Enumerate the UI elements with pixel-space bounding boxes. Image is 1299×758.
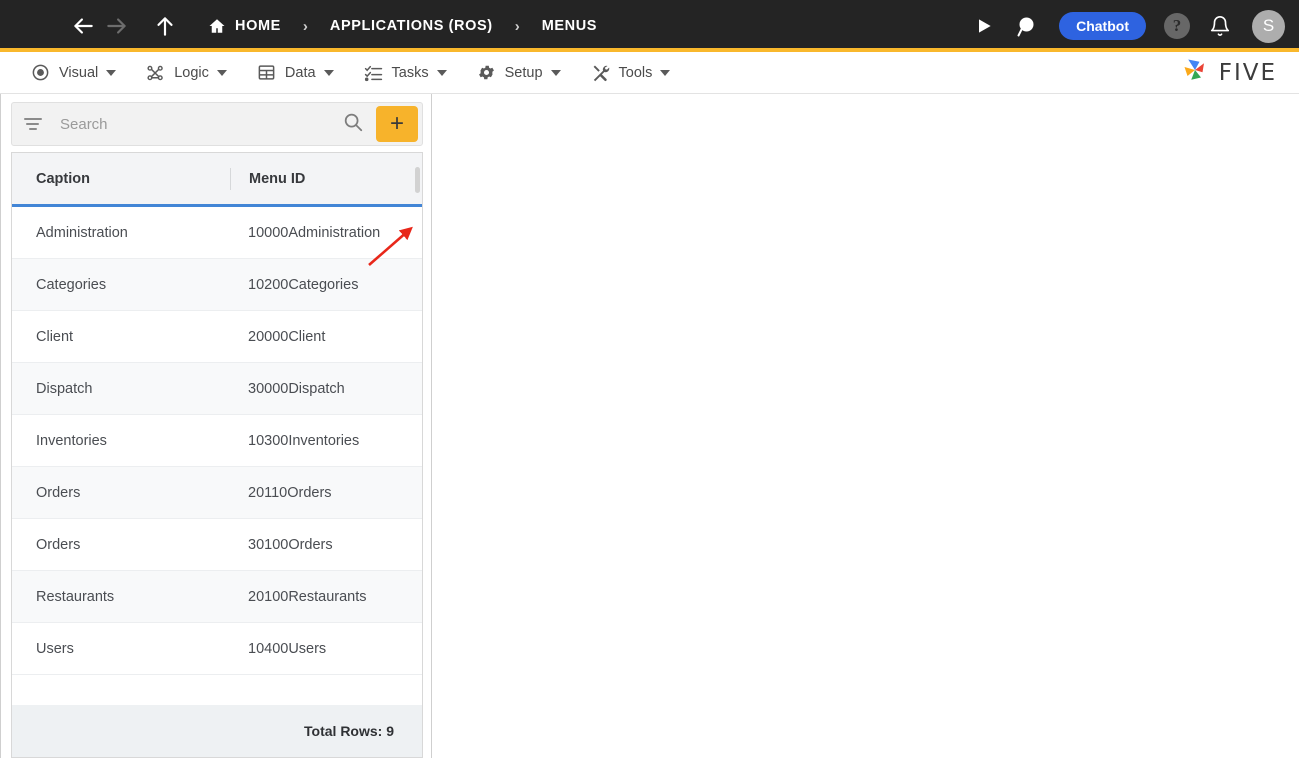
filter-icon[interactable] [24,118,46,130]
arrow-left-icon[interactable] [66,9,100,43]
chevron-down-icon [550,69,561,76]
cell-caption: Administration [36,224,128,241]
records-panel: + Caption Menu ID Administration 10000Ad… [0,94,432,758]
detail-pane-empty [432,94,1299,758]
gear-icon [477,63,496,82]
cell-menu-id: 10300Inventories [248,432,360,449]
home-icon [208,17,226,35]
menu-label-logic: Logic [174,64,209,81]
bell-icon[interactable] [1208,13,1232,39]
cell-menu-id: 30000Dispatch [248,380,345,397]
avatar[interactable]: S [1252,9,1285,43]
cell-caption: Orders [36,536,81,553]
menu-label-data: Data [284,64,316,81]
cell-caption: Client [36,328,74,345]
magnifier-icon[interactable] [342,111,368,138]
column-header-menu-id[interactable]: Menu ID [230,167,422,190]
cell-caption: Dispatch [36,380,93,397]
help-icon[interactable]: ? [1164,13,1190,39]
search-bar: + [11,102,423,146]
column-header-caption[interactable]: Caption [12,171,230,187]
play-icon[interactable] [971,13,997,39]
table-row[interactable]: Orders 20110Orders [12,467,422,519]
menu-item-tasks[interactable]: Tasks [349,52,462,93]
table-row[interactable]: Orders 30100Orders [12,519,422,571]
cell-menu-id: 30100Orders [248,536,333,553]
chevron-down-icon [106,69,117,76]
breadcrumb-item-home[interactable]: HOME [196,17,293,35]
breadcrumb-label-home: HOME [235,18,281,34]
chatbot-button[interactable]: Chatbot [1059,12,1146,40]
menu-item-data[interactable]: Data [242,52,349,93]
table-row[interactable]: Users 10400Users [12,623,422,675]
eye-icon [31,63,50,82]
chevron-down-icon [216,69,227,76]
checklist-icon [364,63,383,82]
cell-menu-id: 20110Orders [248,484,332,501]
cell-caption: Inventories [36,432,107,449]
breadcrumb: HOME › APPLICATIONS (ROS) › MENUS [196,17,609,35]
menu-item-logic[interactable]: Logic [131,52,242,93]
five-pinwheel-logo [1180,55,1210,90]
cell-caption: Users [36,640,74,657]
menu-label-setup: Setup [504,64,543,81]
menu-label-tools: Tools [618,64,653,81]
add-record-button[interactable]: + [376,106,418,142]
table-row[interactable]: Administration 10000Administration [12,207,422,259]
nodes-icon [146,63,165,82]
breadcrumb-label-applications: APPLICATIONS (ROS) [329,18,493,34]
cell-menu-id: 20100Restaurants [248,588,367,605]
top-bar-actions: Chatbot ? S [971,9,1285,43]
breadcrumb-separator: › [302,17,308,35]
menu-label-visual: Visual [59,64,99,81]
grid-header-row: Caption Menu ID [12,153,422,207]
records-grid: Caption Menu ID Administration 10000Admi… [11,152,423,758]
table-row[interactable]: Client 20000Client [12,311,422,363]
menu-item-setup[interactable]: Setup [462,52,576,93]
tools-icon [591,63,610,82]
grid-body: Administration 10000Administration Categ… [12,207,422,705]
total-rows-label: Total Rows: 9 [304,723,394,739]
five-brand: FIVE [1180,55,1277,90]
content-area: + Caption Menu ID Administration 10000Ad… [0,94,1299,758]
cell-menu-id: 10400Users [248,640,327,657]
table-icon [257,63,276,82]
brand-text: FIVE [1218,59,1277,86]
grid-scrollbar-thumb[interactable] [415,167,420,193]
cell-menu-id: 20000Client [248,328,326,345]
breadcrumb-separator: › [514,17,520,35]
table-row[interactable]: Restaurants 20100Restaurants [12,571,422,623]
menu-label-tasks: Tasks [391,64,429,81]
menu-item-visual[interactable]: Visual [16,52,131,93]
breadcrumb-item-applications[interactable]: APPLICATIONS (ROS) [318,18,505,34]
cell-caption: Orders [36,484,81,501]
arrow-up-icon[interactable] [148,9,182,43]
cell-menu-id: 10200Categories [248,276,359,293]
chevron-down-icon [436,69,447,76]
chevron-down-icon [323,69,334,76]
main-menu-bar: Visual Logic Data Tasks Setup Tools FIVE [0,52,1299,94]
cell-caption: Restaurants [36,588,115,605]
menu-item-tools[interactable]: Tools [576,52,686,93]
hamburger-icon[interactable] [18,21,40,31]
breadcrumb-item-menus[interactable]: MENUS [530,18,609,34]
cell-menu-id: 10000Administration [248,224,381,241]
chat-search-icon[interactable] [1015,13,1041,39]
cell-caption: Categories [36,276,107,293]
table-row[interactable]: Dispatch 30000Dispatch [12,363,422,415]
table-row-empty [12,675,422,705]
breadcrumb-label-menus: MENUS [541,18,598,34]
search-input[interactable] [46,115,342,133]
top-bar: HOME › APPLICATIONS (ROS) › MENUS Chatbo… [0,0,1299,52]
grid-footer: Total Rows: 9 [12,705,422,757]
table-row[interactable]: Categories 10200Categories [12,259,422,311]
table-row[interactable]: Inventories 10300Inventories [12,415,422,467]
arrow-right-icon[interactable] [100,9,134,43]
chevron-down-icon [660,69,671,76]
